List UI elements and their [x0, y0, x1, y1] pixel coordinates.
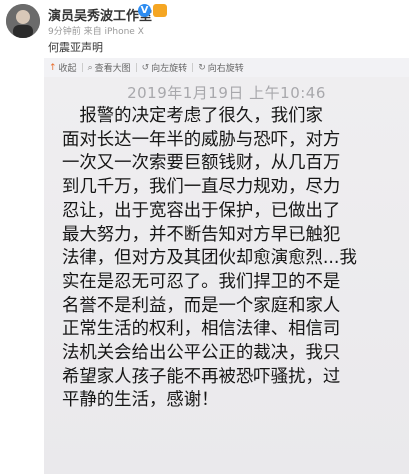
note-line: 忍让，出于宽容出于保护，已做出了 [62, 200, 341, 221]
username[interactable]: 演员吴秀波工作室 [48, 5, 152, 24]
rotate-left-icon: ↺ [141, 62, 150, 73]
image-toolbar: ↑ 收起 ⌕ 查看大图 ↺ 向左旋转 ↻ 向右旋转 [44, 58, 409, 77]
rotate-right-button[interactable]: ↻ 向右旋转 [193, 61, 249, 75]
note-line: 平静的生活，感谢！ [62, 390, 219, 411]
note-line: 报警的决定考虑了很久，我们家 [62, 106, 323, 126]
arrow-up-icon: ↑ [49, 62, 57, 73]
note-line: 法机关会给出公平公正的裁决，我只 [62, 343, 341, 364]
note-line: 面对长达一年半的威胁与恐吓，对方 [62, 129, 341, 150]
user-badges: V [138, 4, 167, 17]
note-line: 名誉不是利益，而是一个家庭和家人 [62, 295, 341, 316]
rotate-left-label: 向左旋转 [151, 64, 188, 74]
collapse-label: 收起 [58, 64, 77, 74]
verified-icon: V [138, 4, 151, 17]
view-large-button[interactable]: ⌕ 查看大图 [83, 61, 136, 75]
collapse-button[interactable]: ↑ 收起 [44, 61, 82, 75]
member-level-icon [153, 4, 167, 17]
post-meta: 9分钟前 来自 iPhone X [48, 27, 144, 37]
note-line: 实在是忍无可忍了。我们捍卫的不是 [62, 271, 341, 292]
rotate-left-button[interactable]: ↺ 向左旋转 [137, 61, 193, 75]
post-text: 何震亚声明 [48, 41, 103, 54]
note-line: 到几千万，我们一直尽力规劝，尽力 [62, 177, 341, 198]
note-image[interactable]: 2019年1月19日 上午10:46 报警的决定考虑了很久，我们家 面对长达一年… [44, 77, 409, 474]
note-line: 最大努力，并不断告知对方早已触犯 [62, 224, 341, 245]
post-header: 演员吴秀波工作室 V 9分钟前 来自 iPhone X 何震亚声明 [0, 0, 413, 58]
zoom-icon: ⌕ [87, 62, 93, 73]
view-large-label: 查看大图 [94, 64, 131, 74]
note-line: 法律，但对方及其团伙却愈演愈烈...我 [62, 248, 357, 269]
rotate-right-label: 向右旋转 [207, 64, 244, 74]
note-date: 2019年1月19日 上午10:46 [127, 84, 326, 102]
note-line: 希望家人孩子能不再被恐吓骚扰，过 [62, 366, 341, 387]
note-body: 报警的决定考虑了很久，我们家 面对长达一年半的威胁与恐吓，对方 一次又一次索要巨… [62, 105, 404, 413]
avatar[interactable] [6, 4, 40, 38]
note-line: 一次又一次索要巨额钱财，从几百万 [62, 153, 341, 174]
rotate-right-icon: ↻ [198, 62, 206, 73]
note-line: 正常生活的权利，相信法律、相信司 [62, 319, 341, 340]
